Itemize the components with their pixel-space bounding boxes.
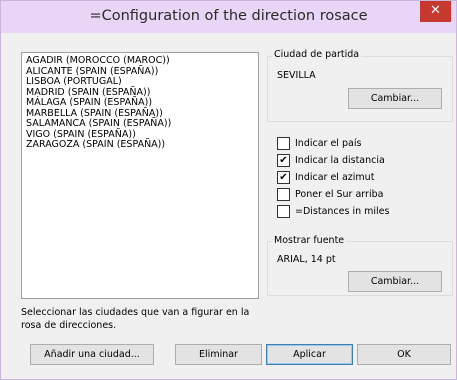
- departure-city-value: SEVILLA: [277, 70, 316, 81]
- font-value: ARIAL, 14 pt: [277, 254, 336, 265]
- close-button[interactable]: ✕: [420, 1, 451, 22]
- city-list-hint: Seleccionar las ciudades que van a figur…: [21, 307, 250, 331]
- option-show-distance[interactable]: ✔ Indicar la distancia: [277, 154, 427, 167]
- add-city-button[interactable]: Añadir una ciudad...: [30, 344, 154, 365]
- close-icon: ✕: [430, 3, 441, 18]
- option-label: Indicar el país: [295, 138, 362, 149]
- font-group-label: Mostrar fuente: [272, 235, 347, 246]
- option-show-azimuth[interactable]: ✔ Indicar el azimut: [277, 171, 427, 184]
- change-departure-button[interactable]: Cambiar...: [348, 88, 442, 109]
- title-bar[interactable]: =Configuration of the direction rosace ✕: [1, 1, 456, 33]
- window-title: =Configuration of the direction rosace: [89, 8, 368, 24]
- checkbox[interactable]: [277, 188, 290, 201]
- option-label: Poner el Sur arriba: [295, 189, 384, 200]
- option-label: Indicar el azimut: [295, 172, 375, 183]
- option-label: Indicar la distancia: [295, 155, 385, 166]
- checkbox[interactable]: [277, 205, 290, 218]
- list-item[interactable]: SALAMANCA (SPAIN (ESPAÑA)): [26, 118, 258, 130]
- checkbox[interactable]: [277, 137, 290, 150]
- list-item[interactable]: LISBOA (PORTUGAL): [26, 76, 258, 88]
- option-show-country[interactable]: Indicar el país: [277, 137, 427, 150]
- option-south-up[interactable]: Poner el Sur arriba: [277, 188, 427, 201]
- checkbox-checked[interactable]: ✔: [277, 154, 290, 167]
- checkbox-checked[interactable]: ✔: [277, 171, 290, 184]
- option-label: =Distances in miles: [295, 206, 390, 217]
- ok-button[interactable]: OK: [357, 344, 451, 365]
- list-item[interactable]: MÁLAGA (SPAIN (ESPAÑA)): [26, 97, 258, 109]
- apply-button[interactable]: Aplicar: [266, 344, 353, 365]
- list-item[interactable]: ZARAGOZA (SPAIN (ESPAÑA)): [26, 139, 258, 151]
- remove-button[interactable]: Eliminar: [175, 344, 262, 365]
- list-item[interactable]: AGADIR (MOROCCO (MAROC)): [26, 55, 258, 67]
- departure-group-label: Ciudad de partida: [272, 49, 362, 60]
- option-distances-miles[interactable]: =Distances in miles: [277, 205, 427, 218]
- city-listbox[interactable]: AGADIR (MOROCCO (MAROC)) ALICANTE (SPAIN…: [21, 52, 259, 299]
- change-font-button[interactable]: Cambiar...: [348, 271, 442, 292]
